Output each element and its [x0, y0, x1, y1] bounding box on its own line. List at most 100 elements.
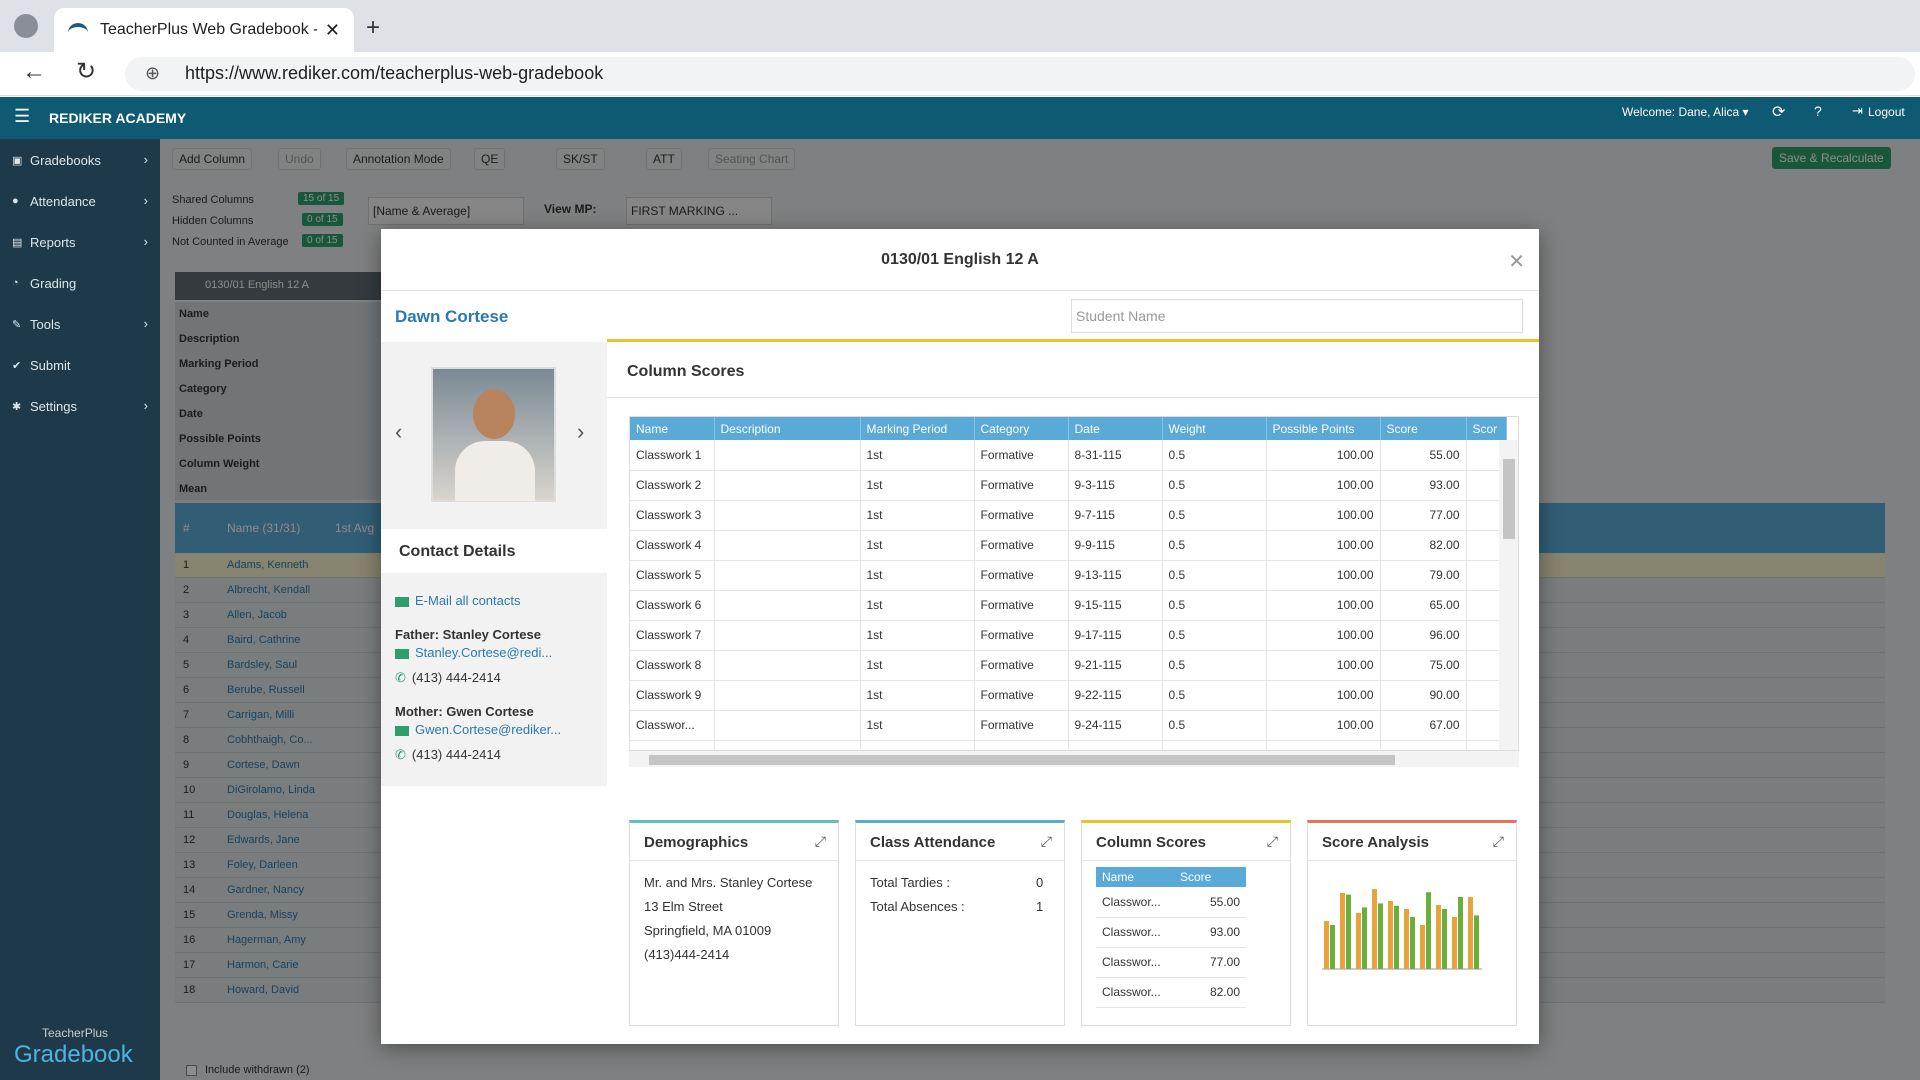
father-email-link[interactable]: Stanley.Cortese@redi... — [395, 645, 552, 660]
browser-tab[interactable]: TeacherPlus Web Gradebook - O ✕ — [54, 8, 354, 52]
envelope-icon — [395, 648, 409, 659]
next-student-icon[interactable]: › — [577, 419, 584, 445]
table-row[interactable]: Classwork 9 1st Formative 9-22-115 0.5 100.00… — [630, 680, 1507, 711]
table-row[interactable]: Classwork 1 1st Formative 8-31-115 0.5 100.00… — [630, 440, 1507, 471]
table-row[interactable]: Classwor... 82.00 — [1096, 977, 1246, 1008]
column-header[interactable]: Score — [1380, 417, 1467, 440]
mini-cell: Classwor... — [1096, 887, 1174, 918]
column-header[interactable]: Possible Points — [1266, 417, 1381, 440]
sidebar-item-attendance[interactable]: ● Attendance › — [0, 188, 160, 218]
chart-bar — [1340, 893, 1345, 969]
mother-email-link[interactable]: Gwen.Cortese@rediker... — [395, 722, 561, 737]
sidebar-item-reports[interactable]: ▤ Reports › — [0, 229, 160, 259]
expand-icon[interactable]: ⤢ — [1493, 833, 1504, 850]
chart-bar — [1394, 905, 1399, 969]
chart-bar — [1356, 913, 1361, 969]
table-cell: 9-21-115 — [1068, 650, 1163, 681]
back-icon[interactable]: ← — [22, 58, 46, 86]
father-phone: ✆ (413) 444-2414 — [395, 670, 501, 686]
chart-bar — [1474, 915, 1479, 969]
table-cell: 0.5 — [1162, 650, 1267, 681]
table-cell: Classwork 5 — [630, 560, 715, 591]
table-row[interactable]: Classwor... 1st Formative 9-24-115 0.5 100.00… — [630, 710, 1507, 741]
table-row[interactable]: Classwork 8 1st Formative 9-21-115 0.5 100.00… — [630, 650, 1507, 681]
brand-title: REDIKER ACADEMY — [49, 110, 187, 126]
table-row[interactable]: Classwork 6 1st Formative 9-15-115 0.5 100.00… — [630, 590, 1507, 621]
chart-bar — [1330, 925, 1335, 969]
new-tab-icon[interactable]: + — [366, 14, 380, 42]
column-header[interactable]: Description — [714, 417, 861, 440]
table-row[interactable]: Classwork 2 1st Formative 9-3-115 0.5 100.00 9… — [630, 470, 1507, 501]
chart-bar — [1378, 903, 1383, 969]
table-row[interactable]: Test 1 1stSummative9-29-1151100.0091.00 — [630, 740, 1507, 750]
reload-icon[interactable]: ↻ — [76, 57, 96, 86]
sidebar-item-label: Gradebooks — [30, 153, 101, 168]
table-cell: 100.00 — [1266, 470, 1381, 501]
table-row[interactable]: Classwork 4 1st Formative 9-9-115 0.5 100.00 8… — [630, 530, 1507, 561]
score-analysis-title: Score Analysis — [1308, 823, 1516, 861]
footer-logo-top: TeacherPlus — [42, 1026, 109, 1040]
mother-phone-text: (413) 444-2414 — [411, 747, 501, 762]
footer-logo-bottom: Gradebook — [14, 1041, 133, 1068]
table-cell: 1st — [860, 470, 975, 501]
mother-name: Mother: Gwen Cortese — [395, 704, 534, 719]
table-row[interactable]: Classwork 5 1st Formative 9-13-115 0.5 100.00… — [630, 560, 1507, 591]
column-header[interactable]: Marking Period — [860, 417, 975, 440]
table-row[interactable]: Classwor... 55.00 — [1096, 887, 1246, 918]
student-photo — [431, 367, 556, 502]
table-cell: 9-13-115 — [1068, 560, 1163, 591]
email-all-contacts-link[interactable]: E-Mail all contacts — [395, 593, 520, 608]
welcome-menu[interactable]: Welcome: Dane, Alica ▾ — [1622, 105, 1749, 119]
sidebar-item-gradebooks[interactable]: ▣ Gradebooks › — [0, 147, 160, 177]
table-cell — [714, 500, 861, 531]
column-header[interactable]: Date — [1068, 417, 1163, 440]
refresh-icon[interactable]: ⟳ — [1772, 102, 1785, 122]
chart-bar — [1458, 897, 1463, 969]
father-phone-text: (413) 444-2414 — [411, 670, 501, 685]
table-row[interactable]: Classwor... 77.00 — [1096, 947, 1246, 978]
column-scores-card-title: Column Scores — [1082, 823, 1290, 861]
profile-icon[interactable] — [14, 14, 38, 38]
sidebar-item-label: Settings — [30, 399, 77, 414]
close-tab-icon[interactable]: ✕ — [325, 20, 340, 41]
sidebar-item-settings[interactable]: ✱ Settings › — [0, 393, 160, 423]
student-search-input[interactable]: Student Name — [1071, 299, 1523, 333]
chart-bar — [1426, 892, 1431, 969]
expand-icon[interactable]: ⤢ — [1267, 833, 1278, 850]
expand-icon[interactable]: ⤢ — [815, 833, 826, 850]
book-icon: ▣ — [12, 155, 23, 167]
url-field[interactable]: ⊕ https://www.rediker.com/teacherplus-we… — [125, 57, 1915, 91]
column-header[interactable]: Category — [974, 417, 1069, 440]
attendance-title: Class Attendance — [856, 823, 1064, 861]
sidebar-item-submit[interactable]: ✔ Submit — [0, 352, 160, 382]
expand-icon[interactable]: ⤢ — [1041, 833, 1052, 850]
gauge-icon: ◔ — [12, 277, 19, 289]
table-header: Name Description Marking Period Category Dat… — [630, 417, 1507, 440]
table-cell: 9-22-115 — [1068, 680, 1163, 711]
logout-link[interactable]: Logout — [1868, 105, 1905, 119]
table-cell: 9-3-115 — [1068, 470, 1163, 501]
absences-label: Total Absences : — [870, 899, 965, 914]
table-cell — [714, 560, 861, 591]
prev-student-icon[interactable]: ‹ — [395, 419, 402, 445]
hamburger-menu-icon[interactable]: ☰ — [14, 106, 30, 127]
sidebar-item-tools[interactable]: ✎ Tools › — [0, 311, 160, 341]
site-info-icon[interactable]: ⊕ — [145, 63, 160, 84]
phone-icon: ✆ — [395, 670, 406, 685]
column-header[interactable]: Weight — [1162, 417, 1267, 440]
absences-value: 1 — [1036, 899, 1044, 914]
close-icon[interactable]: ✕ — [1508, 249, 1525, 274]
table-vertical-scroll-thumb[interactable] — [1503, 459, 1515, 539]
photo-head — [473, 389, 515, 439]
help-icon[interactable]: ? — [1814, 103, 1822, 119]
table-row[interactable]: Classwork 7 1st Formative 9-17-115 0.5 100.00… — [630, 620, 1507, 651]
table-horizontal-scroll-thumb[interactable] — [649, 755, 1395, 765]
chart-bar — [1420, 925, 1425, 969]
mini-cell: 82.00 — [1174, 977, 1246, 1008]
sidebar-item-grading[interactable]: ◔ Grading — [0, 270, 160, 300]
table-row[interactable]: Classwor... 93.00 — [1096, 917, 1246, 948]
table-row[interactable]: Classwork 3 1st Formative 9-7-115 0.5 100.00 7… — [630, 500, 1507, 531]
column-header[interactable]: Scor — [1466, 417, 1507, 440]
table-cell: 90.00 — [1380, 680, 1467, 711]
column-header[interactable]: Name — [630, 417, 715, 440]
